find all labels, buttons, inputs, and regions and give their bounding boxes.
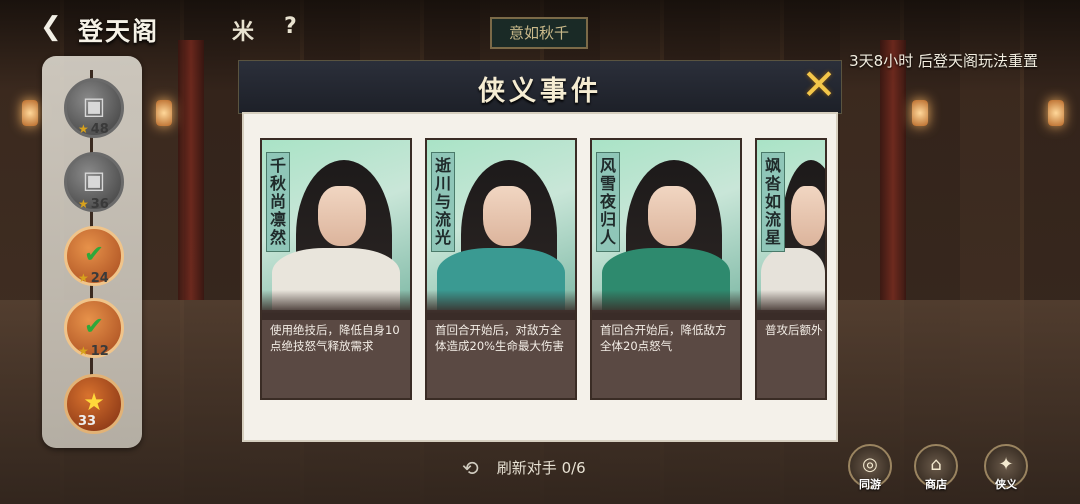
reset-timer: 3天8小时 后登天阁玩法重置 <box>849 52 1038 70</box>
top-bar: ❮ 登天阁 米 ? 意如秋千 3天8小时 后登天阁玩法重置 <box>0 0 1080 70</box>
event-card[interactable]: 飒沓如流星 普攻后额外 <box>755 138 827 400</box>
companion-label: 同游 <box>859 478 881 491</box>
card-desc: 使用绝技后，降低自身10点绝技怒气释放需求 <box>270 323 400 353</box>
card-desc: 普攻后额外 <box>765 323 823 337</box>
chevron-left-icon[interactable]: ❮ <box>40 14 62 40</box>
chivalry-label: 侠义 <box>995 478 1017 491</box>
card-name: 风雪夜归人 <box>596 152 620 252</box>
event-modal: 侠义事件 ✕ 千秋尚凛然 使用绝技后，降低自身10点绝技怒气释放需求 逝川与流光… <box>238 60 842 442</box>
card-desc: 首回合开始后，降低敌方全体20点怒气 <box>600 323 727 353</box>
lantern <box>1048 100 1064 126</box>
check-icon: ✔ <box>83 312 105 340</box>
ink-wash <box>427 290 575 320</box>
face <box>791 186 825 246</box>
lantern <box>156 100 172 126</box>
chivalry-button[interactable]: ✦ 侠义 <box>982 444 1030 494</box>
refresh-opponent-button[interactable]: ⟲ 刷新对手 0/6 <box>462 456 586 480</box>
ink-wash <box>592 290 740 320</box>
check-icon: ✔ <box>83 240 105 268</box>
event-card[interactable]: 千秋尚凛然 使用绝技后，降低自身10点绝技怒气释放需求 <box>260 138 412 400</box>
card-desc: 首回合开始后，对敌方全体造成20%生命最大伤害 <box>435 323 565 353</box>
face <box>648 186 696 246</box>
pillar <box>178 40 204 300</box>
face <box>318 186 366 246</box>
event-card[interactable]: 逝川与流光 首回合开始后，对敌方全体造成20%生命最大伤害 <box>425 138 577 400</box>
card-name: 逝川与流光 <box>431 152 455 252</box>
lantern <box>912 100 928 126</box>
node-stars: ★ 24 <box>78 271 109 286</box>
lantern <box>22 100 38 126</box>
help-icon[interactable]: ? <box>284 14 297 39</box>
modal-header: 侠义事件 ✕ <box>238 60 842 114</box>
chest-icon: ▣ <box>82 92 106 120</box>
hall-sign: 意如秋千 <box>490 17 588 49</box>
event-card[interactable]: 风雪夜归人 首回合开始后，降低敌方全体20点怒气 <box>590 138 742 400</box>
ink-wash <box>262 290 410 320</box>
refresh-count: 0/6 <box>561 459 586 477</box>
node-stars: ★ 12 <box>78 344 109 359</box>
ink-wash <box>757 290 825 320</box>
close-icon[interactable]: ✕ <box>797 64 841 109</box>
node-stars: ★ 48 <box>78 122 109 137</box>
pillar <box>880 40 906 300</box>
shop-button[interactable]: ⌂ 商店 <box>912 444 960 494</box>
page-title: 登天阁 <box>78 17 160 46</box>
star-icon: ★ <box>83 388 105 416</box>
face <box>483 186 531 246</box>
modal-body: 千秋尚凛然 使用绝技后，降低自身10点绝技怒气释放需求 逝川与流光 首回合开始后… <box>242 112 838 442</box>
chest-icon: ▣ <box>82 166 106 194</box>
companion-button[interactable]: ◎ 同游 <box>846 444 894 494</box>
refresh-label: 刷新对手 <box>496 459 557 477</box>
shop-label: 商店 <box>925 478 947 491</box>
rice-icon[interactable]: 米 <box>232 14 254 46</box>
card-name: 飒沓如流星 <box>761 152 785 252</box>
current-stars: 33 <box>78 414 97 429</box>
modal-title: 侠义事件 <box>478 76 602 107</box>
node-stars: ★ 36 <box>78 197 109 212</box>
refresh-icon: ⟲ <box>462 456 479 480</box>
card-name: 千秋尚凛然 <box>266 152 290 252</box>
